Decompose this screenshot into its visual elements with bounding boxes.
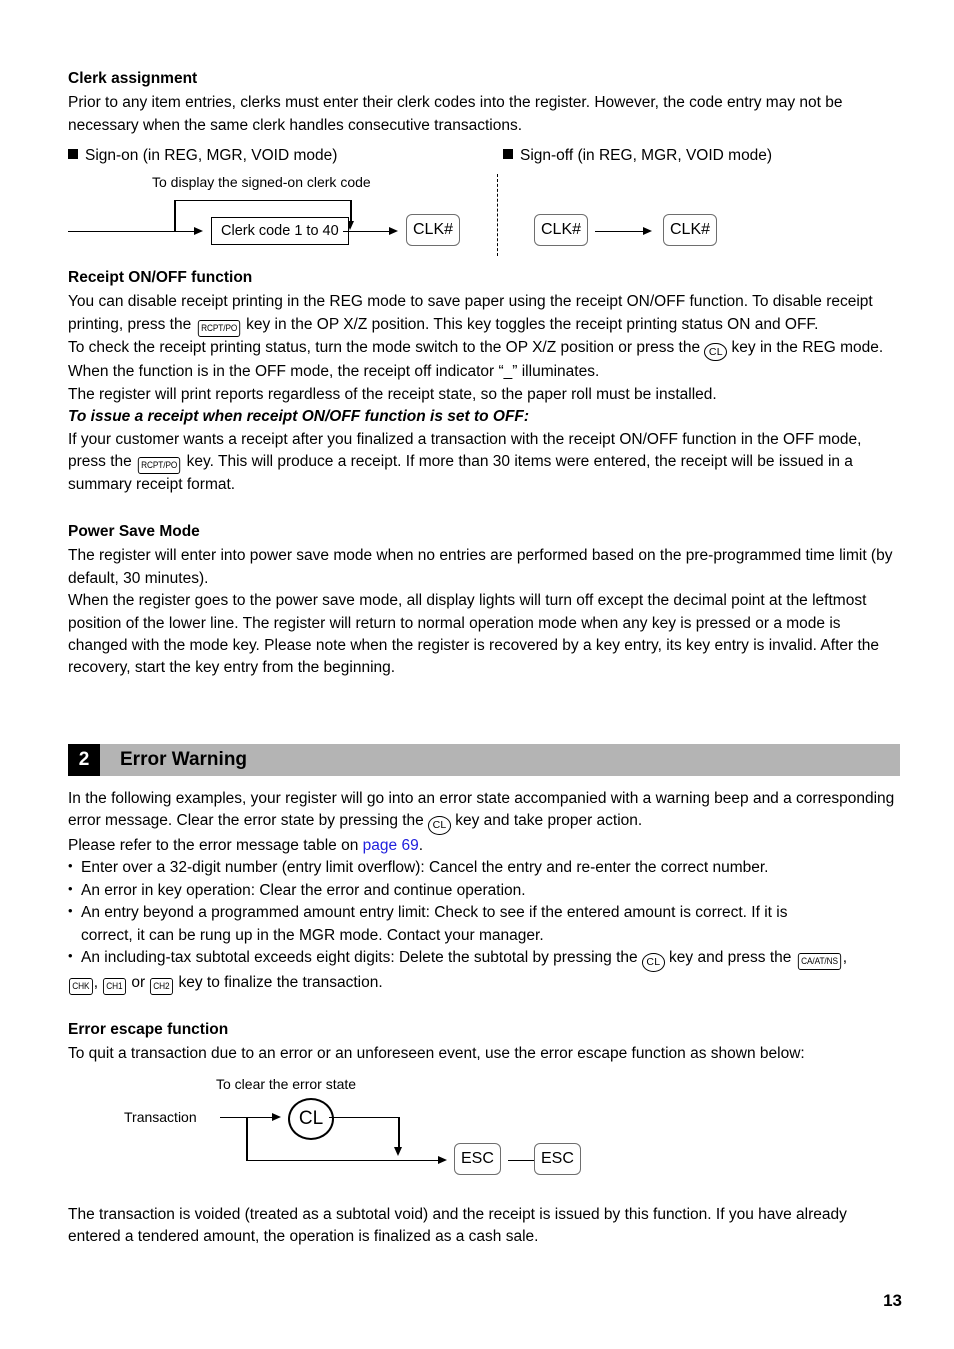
signoff-label: Sign-off (in REG, MGR, VOID mode) <box>520 147 773 165</box>
power-save-paragraph-1: The register will enter into power save … <box>68 547 893 587</box>
square-bullet-icon <box>503 149 513 160</box>
box-to-key-line <box>343 230 391 233</box>
entry-line <box>68 230 196 233</box>
receipt-paragraph-1: You can disable receipt printing in the … <box>68 291 900 337</box>
power-save-paragraph-2: When the register goes to the power save… <box>68 592 880 677</box>
branch-left-vertical <box>174 199 176 232</box>
square-bullet-icon <box>68 149 78 160</box>
signon-header: Sign-on (in REG, MGR, VOID mode) <box>68 145 337 167</box>
section-title: Error Warning <box>120 748 248 770</box>
cl-down-arrowhead <box>394 1146 402 1156</box>
transaction-to-cl-arrowhead <box>272 1112 281 1121</box>
clerk-assignment-heading: Clerk assignment <box>68 70 198 87</box>
ca-at-ns-key-icon: CA/AT/NS <box>797 953 841 971</box>
intro-b: key and take proper action. <box>450 812 643 830</box>
receipt-function-heading: Receipt ON/OFF function <box>68 268 253 286</box>
error-escape-intro: To quit a transaction due to an error or… <box>68 1045 805 1063</box>
cl-key-icon: CL <box>641 953 665 972</box>
intro-c: Please refer to the error message table … <box>68 836 363 854</box>
bullet4-line2: CHK, CH1 or CH2 key to finalize the tran… <box>68 972 900 995</box>
error-escape-closing: The transaction is voided (treated as a … <box>68 1205 847 1246</box>
intro-d: . <box>418 836 424 854</box>
page-number: 13 <box>883 1291 902 1310</box>
entry-arrowhead <box>194 226 203 235</box>
bullet4-f: key to finalize the transaction. <box>174 973 383 991</box>
transaction-label: Transaction <box>124 1108 197 1125</box>
branch-top-horizontal <box>174 199 352 202</box>
signoff-clk-key-1[interactable]: CLK# <box>534 213 589 246</box>
clerk-assignment-paragraph: Prior to any item entries, clerks must e… <box>68 94 843 134</box>
bullet4-a: An including-tax subtotal exceeds eight … <box>81 949 642 967</box>
receipt-italic-heading: To issue a receipt when receipt ON/OFF f… <box>68 408 530 426</box>
bypass-vertical-line <box>246 1116 248 1161</box>
branch-caption: To clear the error state <box>216 1075 357 1092</box>
esc-key-2[interactable]: ESC <box>534 1142 581 1175</box>
list-item: An including-tax subtotal exceeds eight … <box>68 947 900 972</box>
error-warning-banner: 2 Error Warning <box>68 743 900 776</box>
clk-key[interactable]: CLK# <box>406 213 461 246</box>
error-condition-list: Enter over a 32-digit number (entry limi… <box>68 857 900 995</box>
clerk-code-box: Clerk code 1 to 40 <box>211 216 349 246</box>
signon-label: Sign-on (in REG, MGR, VOID mode) <box>85 147 338 165</box>
page-content: Clerk assignment Prior to any item entri… <box>68 68 900 1249</box>
receipt-paragraph-3: The register will print reports regardle… <box>68 385 717 403</box>
bypass-horizontal-line <box>246 1159 440 1162</box>
signoff-arrowhead <box>643 226 652 235</box>
list-item: An error in key operation: Clear the err… <box>68 880 900 902</box>
receipt-p1-b: key in the OP X/Z position. This key tog… <box>241 315 819 333</box>
branch-caption: To display the signed-on clerk code <box>152 173 371 190</box>
list-item: Enter over a 32-digit number (entry limi… <box>68 857 900 879</box>
signoff-header: Sign-off (in REG, MGR, VOID mode) <box>503 145 772 167</box>
document-page: Clerk assignment Prior to any item entri… <box>0 0 954 1349</box>
receipt-p2-a: To check the receipt printing status, tu… <box>68 338 705 356</box>
bullet4-c: , <box>842 949 848 967</box>
cl-key-icon: CL <box>704 342 728 362</box>
diagram-divider <box>497 173 498 256</box>
bullet3-line2: correct, it can be rung up in the MGR mo… <box>81 926 544 944</box>
rcptpo-key-icon: RCPT/PO <box>197 319 240 337</box>
bullet4-d: , <box>93 973 103 991</box>
error-escape-heading: Error escape function <box>68 1020 229 1038</box>
cl-key[interactable]: CL <box>288 1097 334 1140</box>
bullet4-e: or <box>127 973 150 991</box>
ch2-key-icon: CH2 <box>150 977 174 995</box>
signoff-arrow-line <box>595 230 645 233</box>
error-message-table-reference: Please refer to the error message table … <box>68 835 900 857</box>
error-escape-diagram: To clear the error state Transaction CL … <box>68 1076 900 1186</box>
signon-signoff-headers: Sign-on (in REG, MGR, VOID mode) Sign-of… <box>68 145 900 167</box>
chk-key-icon: CHK <box>69 977 93 995</box>
section-number-badge: 2 <box>68 743 100 776</box>
page-69-link[interactable]: page 69 <box>363 837 419 854</box>
bullet4-b: key and press the <box>664 949 796 967</box>
receipt-paragraph-4: If your customer wants a receipt after y… <box>68 429 900 497</box>
cl-down-vertical <box>398 1116 400 1149</box>
list-item: An entry beyond a programmed amount entr… <box>68 902 900 924</box>
cl-to-down-line <box>329 1116 399 1119</box>
receipt-paragraph-2: To check the receipt printing status, tu… <box>68 337 900 384</box>
rcptpo-key-icon: RCPT/PO <box>137 457 181 475</box>
esc-key-1[interactable]: ESC <box>454 1142 501 1175</box>
power-save-heading: Power Save Mode <box>68 522 200 540</box>
box-to-key-arrowhead <box>389 226 398 235</box>
branch-right-vertical <box>350 199 352 223</box>
bypass-arrowhead <box>438 1155 447 1164</box>
bullet3-line1: An entry beyond a programmed amount entr… <box>81 904 788 922</box>
cl-key-icon: CL <box>428 816 451 835</box>
error-warning-intro: In the following examples, your register… <box>68 788 900 835</box>
signoff-clk-key-2[interactable]: CLK# <box>663 213 718 246</box>
receipt-p4-b: key. This will produce a receipt. If mor… <box>68 453 853 494</box>
ch1-key-icon: CH1 <box>103 977 127 995</box>
clerk-signon-diagram: To display the signed-on clerk code Cler… <box>68 168 900 256</box>
